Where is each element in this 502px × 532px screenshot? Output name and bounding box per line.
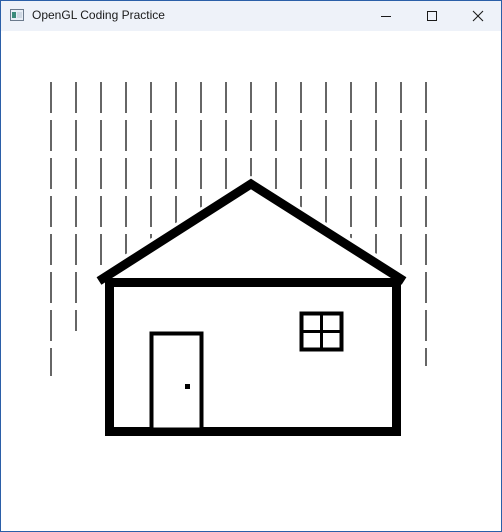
door xyxy=(149,331,204,432)
app-window: OpenGL Coding Practice xyxy=(0,0,502,532)
house xyxy=(96,176,407,436)
app-icon xyxy=(10,9,24,21)
close-icon xyxy=(472,10,484,22)
window xyxy=(299,311,344,352)
door-knob xyxy=(185,384,190,389)
minimize-icon xyxy=(381,16,391,17)
close-button[interactable] xyxy=(455,1,501,31)
window-title: OpenGL Coding Practice xyxy=(32,8,165,22)
maximize-button[interactable] xyxy=(409,1,455,31)
title-bar[interactable]: OpenGL Coding Practice xyxy=(1,1,501,31)
maximize-icon xyxy=(427,11,437,21)
roof-outline xyxy=(96,178,407,285)
roof xyxy=(97,176,406,287)
opengl-canvas[interactable] xyxy=(1,31,501,531)
minimize-button[interactable] xyxy=(363,1,409,31)
